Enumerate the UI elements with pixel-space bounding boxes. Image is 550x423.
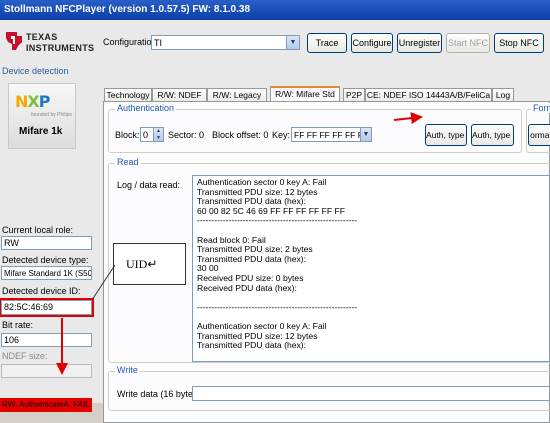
logo-line2: INSTRUMENTS	[26, 43, 95, 53]
uid-annotation-box: UID↵	[113, 243, 186, 285]
log-line: ----------------------------------------…	[197, 301, 358, 312]
log-line: Transmitted PDU data (hex):	[197, 253, 307, 264]
nxp-logo: NXP	[15, 92, 50, 111]
device-type-label: Detected device type:	[2, 255, 89, 265]
unregister-button[interactable]: Unregister	[397, 33, 442, 53]
window-title-bar: Stollmann NFCPlayer (version 1.0.57.5) F…	[0, 0, 550, 20]
device-type-field[interactable]: Mifare Standard 1K (S50)	[1, 266, 92, 280]
start-nfc-button[interactable]: Start NFC	[446, 33, 490, 53]
bit-rate-label: Bit rate:	[2, 320, 34, 330]
log-line: Transmitted PDU data (hex):	[197, 340, 307, 351]
device-id-label: Detected device ID:	[2, 286, 81, 296]
chevron-down-icon[interactable]: ▼	[286, 36, 299, 49]
ti-state-icon	[6, 32, 22, 50]
block-spinner[interactable]: 0 ▲ ▼	[140, 127, 164, 142]
stop-nfc-button[interactable]: Stop NFC	[494, 33, 544, 53]
auth-type-a-button[interactable]: Auth, type A	[425, 124, 467, 146]
log-textarea[interactable]: Authentication sector 0 key A: Fail Tran…	[192, 175, 550, 362]
ndef-size-label: NDEF size:	[2, 351, 48, 361]
logo-line1: TEXAS	[26, 32, 58, 42]
key-label: Key:	[272, 130, 291, 140]
write-data-field[interactable]	[192, 386, 550, 401]
status-badge: RW: AuthenticateA: FAIL	[0, 398, 92, 412]
block-label: Block:	[115, 130, 140, 140]
spinner-arrows-icon[interactable]: ▲ ▼	[153, 128, 163, 141]
tab-rw-legacy[interactable]: R/W: Legacy	[207, 88, 267, 101]
bit-rate-field[interactable]: 106	[1, 333, 92, 347]
configuration-value: TI	[154, 38, 162, 48]
sector-text: Sector: 0	[168, 130, 205, 140]
read-title: Read	[115, 157, 141, 167]
texas-instruments-logo: TEXAS INSTRUMENTS	[4, 28, 96, 68]
authentication-title: Authentication	[115, 103, 177, 113]
mifare-label: Mifare 1k	[19, 126, 63, 137]
tab-p2p[interactable]: P2P	[343, 88, 365, 101]
write-data-label: Write data (16 bytes):	[117, 389, 203, 399]
device-detection-label: Device detection	[2, 66, 69, 76]
local-role-field[interactable]: RW	[1, 236, 92, 250]
device-logo: NXP founded by Philips Mifare 1k	[8, 83, 76, 149]
key-value: FF FF FF FF FF FF	[294, 130, 369, 140]
configuration-select[interactable]: TI ▼	[151, 35, 300, 50]
tab-ce-ndef[interactable]: CE: NDEF ISO 14443A/B/FeliCa	[365, 88, 492, 101]
client-area: TEXAS INSTRUMENTS Configuration: TI ▼ Tr…	[0, 20, 550, 423]
write-title: Write	[115, 365, 140, 375]
configure-button[interactable]: Configure	[351, 33, 393, 53]
log-data-read-label: Log / data read:	[117, 180, 181, 190]
nxp-tagline: founded by Philips	[31, 112, 72, 118]
block-value: 0	[143, 130, 149, 140]
device-id-field[interactable]: 82:5C:46:69	[1, 300, 92, 315]
tab-log[interactable]: Log	[492, 88, 514, 101]
trace-button[interactable]: Trace	[307, 33, 347, 53]
log-line: ----------------------------------------…	[197, 215, 358, 226]
block-offset-text: Block offset: 0	[212, 130, 269, 140]
auth-type-b-button[interactable]: Auth, type B	[471, 124, 514, 146]
tab-rw-ndef[interactable]: R/W: NDEF	[152, 88, 207, 101]
tab-rw-mifare-std[interactable]: R/W: Mifare Std	[270, 86, 340, 102]
ndef-size-field[interactable]	[1, 364, 92, 378]
key-select[interactable]: FF FF FF FF FF FF ▼	[291, 127, 372, 142]
format-button[interactable]: ormat	[528, 124, 550, 146]
chevron-down-icon[interactable]: ▼	[360, 128, 371, 141]
format-title: Form	[531, 103, 550, 113]
tab-technology[interactable]: Technology	[104, 88, 152, 101]
local-role-label: Current local role:	[2, 225, 74, 235]
log-line: Received PDU data (hex):	[197, 282, 297, 293]
